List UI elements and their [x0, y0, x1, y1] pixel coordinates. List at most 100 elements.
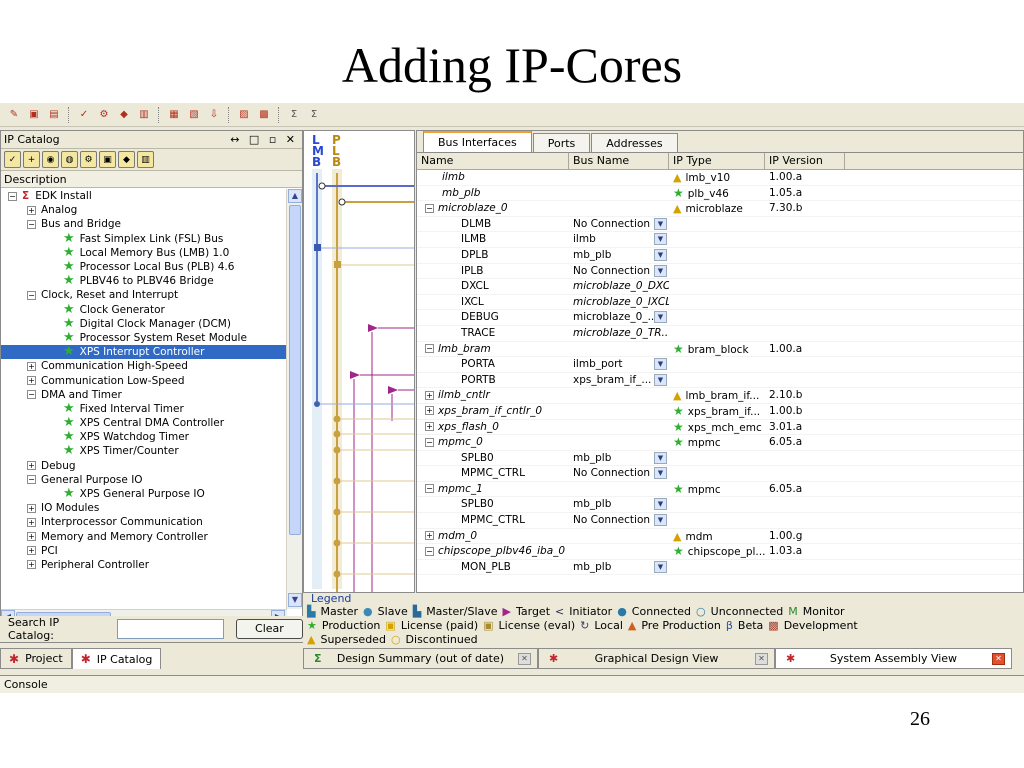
save-all-icon[interactable]: ▤	[45, 107, 63, 123]
table-row[interactable]: + ilmb_cntlr ▲ lmb_bram_if... 2.10.b	[417, 388, 1023, 404]
dropdown-arrow-icon[interactable]: ▼	[654, 560, 667, 573]
chip-icon[interactable]: ◆	[118, 151, 135, 168]
tab-graphical-design-view[interactable]: ✱ Graphical Design View ✕	[538, 648, 775, 669]
table-row[interactable]: + xps_flash_0 ★ xps_mch_emc 3.01.a	[417, 420, 1023, 436]
column-ip-version[interactable]: IP Version	[765, 153, 845, 169]
row-bus-name[interactable]: microblaze_0_...	[573, 311, 658, 323]
row-bus-name[interactable]: ilmb_port	[573, 358, 623, 370]
diamond-icon[interactable]: ◆	[115, 107, 133, 123]
filter-icon[interactable]: ✓	[4, 151, 21, 168]
table-row[interactable]: − microblaze_0 ▲ microblaze 7.30.b	[417, 201, 1023, 217]
collapse-icon[interactable]: −	[8, 191, 17, 201]
expand-icon[interactable]: +	[27, 532, 36, 542]
lock-icon[interactable]: ▣	[99, 151, 116, 168]
view-icon[interactable]: ◉	[42, 151, 59, 168]
bitstream-icon[interactable]: ▥	[135, 107, 153, 123]
tab-project[interactable]: ✱ Project	[0, 648, 72, 669]
row-bus-name[interactable]: No Connection	[573, 218, 650, 230]
license-icon[interactable]: ◍	[61, 151, 78, 168]
row-bus-name[interactable]: No Connection	[573, 467, 650, 479]
collapse-icon[interactable]: −	[425, 546, 434, 556]
dropdown-arrow-icon[interactable]: ▼	[654, 498, 667, 511]
table-row[interactable]: MON_PLB mb_plb ▼	[417, 560, 1023, 576]
expand-icon[interactable]: +	[27, 461, 36, 471]
collapse-icon[interactable]: −	[425, 484, 434, 494]
tab-ip-catalog[interactable]: ✱ IP Catalog	[71, 648, 162, 669]
tree-item[interactable]: ★ XPS Interrupt Controller	[1, 345, 287, 360]
dropdown-arrow-icon[interactable]: ▼	[654, 233, 667, 246]
collapse-icon[interactable]: −	[425, 344, 434, 354]
expand-icon[interactable]: +	[425, 422, 434, 431]
table-row[interactable]: ILMB ilmb ▼	[417, 232, 1023, 248]
hardware-icon[interactable]: ▦	[165, 107, 183, 123]
tab-system-assembly-view[interactable]: ✱ System Assembly View ✕	[775, 648, 1012, 669]
collapse-icon[interactable]: −	[27, 475, 36, 485]
column-bus-name[interactable]: Bus Name	[569, 153, 669, 169]
dropdown-arrow-icon[interactable]: ▼	[654, 373, 667, 386]
tree-item[interactable]: + Peripheral Controller	[1, 558, 287, 572]
row-bus-name[interactable]: No Connection	[573, 514, 650, 526]
expand-icon[interactable]: +	[27, 560, 36, 570]
close-icon[interactable]: ✕	[992, 653, 1005, 665]
tree-item[interactable]: + Interprocessor Communication	[1, 515, 287, 529]
download-icon[interactable]: ⇩	[205, 107, 223, 123]
collapse-icon[interactable]: −	[425, 437, 434, 447]
table-row[interactable]: IXCL microblaze_0_IXCL	[417, 295, 1023, 311]
software-icon[interactable]: ▧	[185, 107, 203, 123]
column-name[interactable]: Name	[417, 153, 569, 169]
bars-icon[interactable]: ▥	[137, 151, 154, 168]
tree-item[interactable]: − DMA and Timer	[1, 388, 287, 402]
table-row[interactable]: + xps_bram_if_cntlr_0 ★ xps_bram_if... 1.00.…	[417, 404, 1023, 420]
tree-item[interactable]: ★ XPS Central DMA Controller	[1, 416, 287, 430]
table-row[interactable]: TRACE microblaze_0_TR...	[417, 326, 1023, 342]
console-bar[interactable]: Console	[0, 675, 1024, 693]
tree-item[interactable]: + Debug	[1, 459, 287, 473]
description-column-header[interactable]: Description	[1, 171, 302, 188]
sigma-alt-icon[interactable]: Σ	[305, 107, 323, 123]
expand-icon[interactable]: +	[425, 390, 434, 400]
tree-item[interactable]: ★ XPS General Purpose IO	[1, 487, 287, 501]
tree-item[interactable]: ★ Local Memory Bus (LMB) 1.0	[1, 246, 287, 260]
tree-item[interactable]: ★ Digital Clock Manager (DCM)	[1, 317, 287, 331]
table-row[interactable]: DPLB mb_plb ▼	[417, 248, 1023, 264]
tree-item[interactable]: ★ Processor Local Bus (PLB) 4.6	[1, 260, 287, 274]
dropdown-arrow-icon[interactable]: ▼	[654, 217, 667, 230]
expand-icon[interactable]: +	[425, 406, 434, 416]
expand-icon[interactable]: +	[27, 546, 36, 556]
dropdown-arrow-icon[interactable]: ▼	[654, 467, 667, 480]
row-bus-name[interactable]: mb_plb	[573, 249, 611, 261]
tree-item[interactable]: ★ XPS Watchdog Timer	[1, 430, 287, 444]
expand-icon[interactable]: +	[27, 376, 36, 386]
table-row[interactable]: ilmb ▲ lmb_v10 1.00.a	[417, 170, 1023, 186]
expand-icon[interactable]: +	[27, 503, 36, 513]
tab-addresses[interactable]: Addresses	[591, 133, 678, 152]
table-row[interactable]: MPMC_CTRL No Connection ▼	[417, 513, 1023, 529]
row-bus-name[interactable]: No Connection	[573, 265, 650, 277]
tree-item[interactable]: + PCI	[1, 544, 287, 558]
row-bus-name[interactable]: xps_bram_if_...	[573, 374, 651, 386]
close-icon[interactable]: ✕	[755, 653, 768, 665]
sigma-icon[interactable]: Σ	[285, 107, 303, 123]
tree-item[interactable]: + Memory and Memory Controller	[1, 530, 287, 544]
table-row[interactable]: DLMB No Connection ▼	[417, 217, 1023, 233]
row-bus-name[interactable]: mb_plb	[573, 498, 611, 510]
dropdown-arrow-icon[interactable]: ▼	[654, 264, 667, 277]
collapse-icon[interactable]: −	[27, 390, 36, 400]
tree-item[interactable]: − Σ EDK Install	[1, 189, 287, 203]
dropdown-arrow-icon[interactable]: ▼	[654, 311, 667, 324]
tree-item[interactable]: ★ Clock Generator	[1, 303, 287, 317]
table-row[interactable]: PORTB xps_bram_if_... ▼	[417, 373, 1023, 389]
table-row[interactable]: − mpmc_1 ★ mpmc 6.05.a	[417, 482, 1023, 498]
debug-icon[interactable]: ▩	[255, 107, 273, 123]
panel-controls[interactable]: ↔ □ ▫ ✕	[230, 133, 302, 146]
close-icon[interactable]: ✕	[518, 653, 531, 665]
scroll-up-icon[interactable]: ▲	[288, 189, 302, 203]
table-row[interactable]: SPLB0 mb_plb ▼	[417, 451, 1023, 467]
tree-item[interactable]: ★ Processor System Reset Module	[1, 331, 287, 345]
dev-icon[interactable]: ⚙	[80, 151, 97, 168]
table-row[interactable]: DXCL microblaze_0_DXCL	[417, 279, 1023, 295]
tree-vertical-scrollbar[interactable]: ▲ ▼	[286, 189, 302, 609]
table-row[interactable]: mb_plb ★ plb_v46 1.05.a	[417, 186, 1023, 202]
clear-button[interactable]: Clear	[235, 619, 303, 639]
table-row[interactable]: IPLB No Connection ▼	[417, 264, 1023, 280]
